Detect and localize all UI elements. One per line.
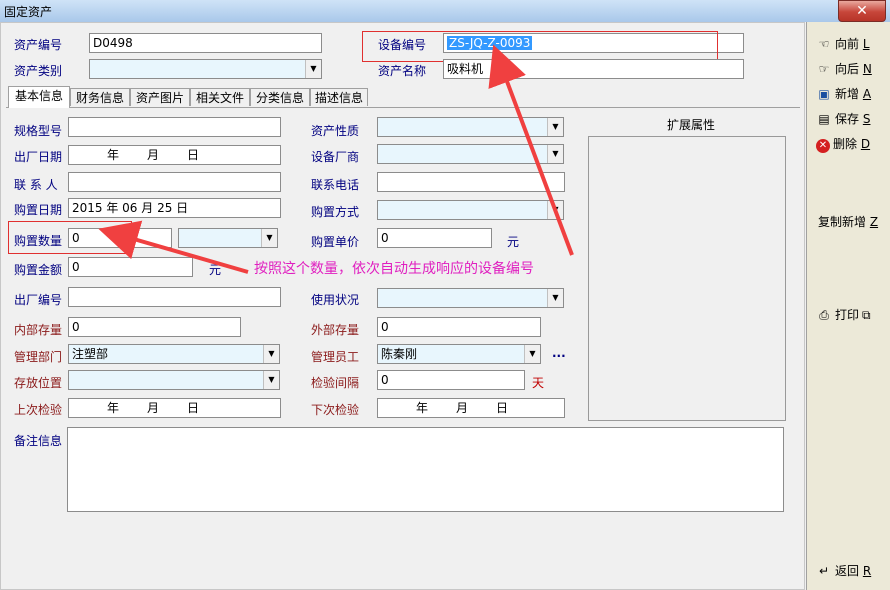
arrow-to-device-no xyxy=(488,44,574,256)
tab-basic-info[interactable]: 基本信息 xyxy=(8,86,70,108)
print-preview-icon: ⧉ xyxy=(862,308,871,322)
printer-icon: ⎙ xyxy=(819,308,829,322)
copy-add-button[interactable]: 复制新增 Z xyxy=(818,213,878,230)
annotation-arrows xyxy=(98,44,574,274)
back-button[interactable]: ↵ 返回 R xyxy=(816,562,871,579)
save-button[interactable]: ▤ 保存 S xyxy=(816,110,870,127)
next-button[interactable]: ☞ 向后 N xyxy=(816,60,872,77)
prev-button[interactable]: ☜ 向前 L xyxy=(816,35,870,52)
floppy-icon: ▤ xyxy=(818,112,830,126)
delete-icon: ✕ xyxy=(816,139,830,153)
add-button[interactable]: ▣ 新增 A xyxy=(816,85,871,102)
print-button[interactable]: ⎙ 打印 ⧉ xyxy=(816,306,871,323)
annotation-text: 按照这个数量，依次自动生成响应的设备编号 xyxy=(254,261,534,277)
arrow-to-qty xyxy=(98,220,249,274)
new-doc-icon: ▣ xyxy=(818,87,830,101)
back-icon: ↵ xyxy=(818,564,830,578)
delete-button[interactable]: ✕ 删除 D xyxy=(816,135,870,153)
hand-right-icon: ☞ xyxy=(818,62,830,76)
hand-left-icon: ☜ xyxy=(818,37,830,51)
